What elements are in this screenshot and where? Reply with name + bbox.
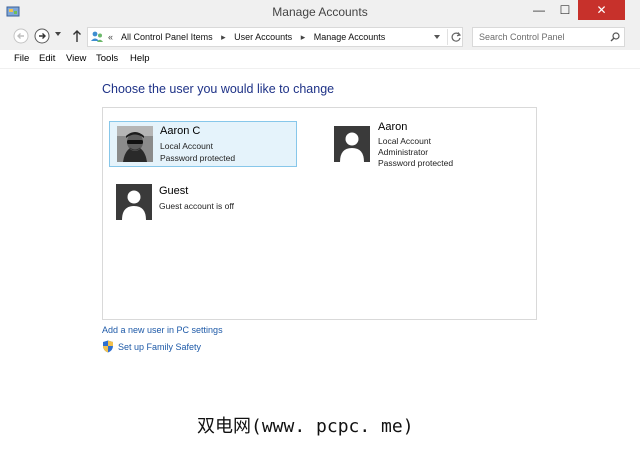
recent-locations-chevron-icon[interactable]: [55, 32, 61, 36]
account-name: Aaron C: [160, 125, 201, 137]
breadcrumb-manage-accounts[interactable]: Manage Accounts: [314, 32, 386, 42]
minimize-button[interactable]: —: [526, 0, 552, 20]
back-arrow-icon[interactable]: [13, 28, 29, 44]
account-name: Guest: [159, 185, 189, 197]
shield-icon: [103, 340, 113, 353]
menu-view[interactable]: View: [66, 53, 86, 64]
menu-edit[interactable]: Edit: [39, 53, 55, 64]
account-tile-aaron-c[interactable]: Aaron C Local Account Password protected: [109, 121, 297, 167]
breadcrumb-overflow[interactable]: «: [108, 32, 113, 42]
address-bar[interactable]: « All Control Panel Items ▸ User Account…: [87, 27, 463, 47]
account-status: Guest account is off: [159, 201, 234, 211]
account-type: Local Account: [160, 141, 213, 151]
family-safety-link[interactable]: Set up Family Safety: [118, 342, 201, 352]
menu-file[interactable]: File: [14, 53, 29, 64]
forward-arrow-icon[interactable]: [34, 28, 50, 44]
content-area: Choose the user you would like to change…: [0, 69, 640, 450]
menu-tools[interactable]: Tools: [96, 53, 118, 64]
accounts-panel: Aaron C Local Account Password protected…: [102, 107, 537, 320]
page-title: Choose the user you would like to change: [102, 82, 335, 96]
user-photo-avatar: [117, 126, 153, 162]
close-button[interactable]: ✕: [578, 0, 625, 20]
breadcrumb-all-control-panel-items[interactable]: All Control Panel Items: [121, 32, 213, 42]
navigation-bar: « All Control Panel Items ▸ User Account…: [0, 24, 640, 50]
address-dropdown-chevron-icon[interactable]: [434, 35, 440, 39]
account-tile-guest[interactable]: Guest Guest account is off: [109, 183, 299, 225]
search-icon[interactable]: [610, 32, 620, 42]
title-bar[interactable]: Manage Accounts — ☐ ✕: [0, 0, 640, 24]
search-box[interactable]: [472, 27, 625, 47]
account-status: Password protected: [160, 153, 236, 163]
account-type: Local Account: [378, 136, 431, 146]
menu-help[interactable]: Help: [130, 53, 150, 64]
up-arrow-icon[interactable]: [72, 29, 82, 43]
breadcrumb: « All Control Panel Items ▸ User Account…: [108, 28, 391, 46]
manage-accounts-window: Manage Accounts — ☐ ✕ « All Control Pane…: [0, 0, 640, 450]
breadcrumb-user-accounts[interactable]: User Accounts: [234, 32, 292, 42]
user-silhouette-icon: [334, 126, 370, 162]
account-role: Administrator: [378, 147, 429, 157]
watermark-text: 双电网(www. pcpc. me): [197, 416, 414, 437]
account-status: Password protected: [378, 158, 454, 168]
add-user-link[interactable]: Add a new user in PC settings: [102, 325, 223, 335]
account-name: Aaron: [378, 121, 408, 133]
search-input[interactable]: [473, 28, 609, 46]
account-tile-aaron[interactable]: Aaron Local Account Administrator Passwo…: [328, 118, 518, 174]
user-accounts-icon: [91, 31, 103, 42]
menu-bar: File Edit View Tools Help: [0, 50, 640, 69]
breadcrumb-separator-icon[interactable]: ▸: [301, 32, 306, 42]
maximize-button[interactable]: ☐: [552, 0, 578, 20]
breadcrumb-separator-icon[interactable]: ▸: [221, 32, 226, 42]
user-silhouette-icon: [116, 184, 152, 220]
refresh-icon[interactable]: [447, 29, 464, 45]
